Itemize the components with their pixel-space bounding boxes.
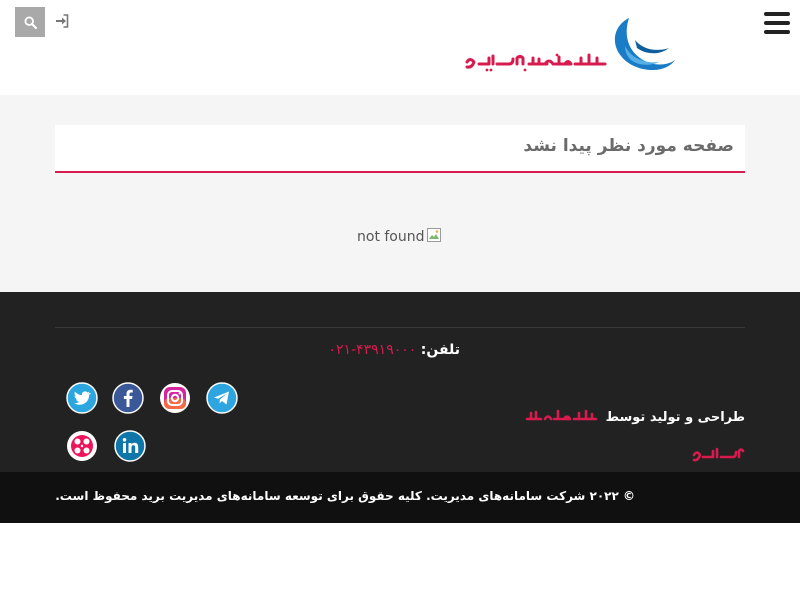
copyright-bar: © ۲۰۲۲ شرکت سامانه‌های مدیریت. کلیه حقوق… bbox=[0, 472, 800, 523]
credit-line: طراحی و تولید توسط bbox=[524, 408, 745, 426]
twitter-icon[interactable] bbox=[66, 382, 98, 414]
contact-phone: تلفن: ۰۲۱-۴۳۹۱۹۰۰۰ bbox=[329, 342, 460, 358]
site-logo[interactable] bbox=[463, 16, 677, 78]
site-footer: تلفن: ۰۲۱-۴۳۹۱۹۰۰۰ طراحی و تولید توسط bbox=[0, 292, 800, 472]
telegram-icon[interactable] bbox=[206, 382, 238, 414]
not-found-image: not found bbox=[357, 226, 442, 248]
hamburger-menu-icon[interactable] bbox=[764, 12, 790, 36]
page-bottom-blank bbox=[0, 523, 800, 600]
image-alt-text: not found bbox=[357, 229, 425, 245]
phone-number[interactable]: ۰۲۱-۴۳۹۱۹۰۰۰ bbox=[329, 342, 417, 358]
credit-logo-icon[interactable] bbox=[524, 408, 600, 426]
search-button[interactable] bbox=[15, 7, 45, 37]
facebook-icon[interactable] bbox=[112, 382, 144, 414]
search-icon bbox=[23, 15, 37, 29]
broken-image-icon bbox=[426, 228, 441, 242]
credit-text: طراحی و تولید توسط bbox=[605, 409, 745, 425]
sign-in-icon[interactable] bbox=[55, 13, 69, 29]
content-area: صفحه مورد نظر پیدا نشد not found bbox=[0, 95, 800, 292]
linkedin-icon[interactable] bbox=[114, 430, 146, 462]
copyright-text: © ۲۰۲۲ شرکت سامانه‌های مدیریت. کلیه حقوق… bbox=[55, 489, 635, 503]
logo-wordmark bbox=[465, 53, 607, 72]
logo-mark-icon bbox=[614, 18, 675, 70]
aparat-icon[interactable] bbox=[66, 430, 98, 462]
credit-logo-icon-second-line[interactable] bbox=[691, 446, 745, 464]
footer-divider bbox=[55, 327, 745, 328]
site-header bbox=[0, 0, 800, 95]
page-title: صفحه مورد نظر پیدا نشد bbox=[523, 136, 734, 156]
instagram-icon[interactable] bbox=[159, 382, 191, 414]
page-title-box: صفحه مورد نظر پیدا نشد bbox=[55, 125, 745, 173]
phone-label: تلفن: bbox=[420, 342, 460, 358]
